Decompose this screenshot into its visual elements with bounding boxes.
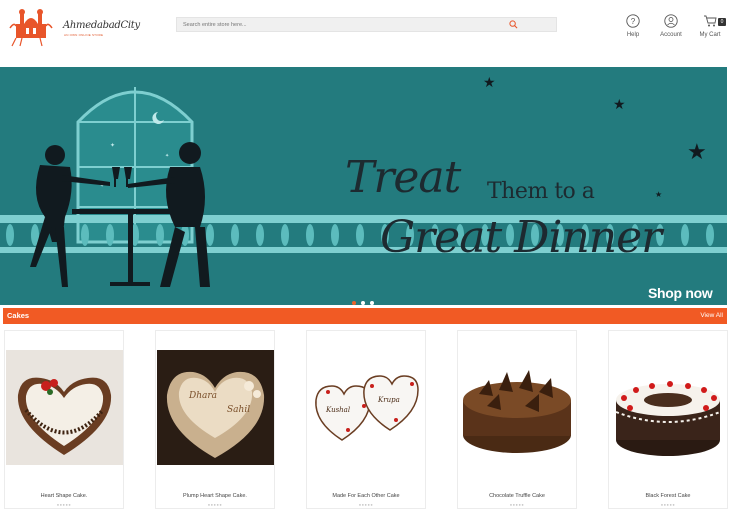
account-link[interactable]: Account — [651, 14, 691, 44]
search-icon[interactable] — [509, 20, 518, 29]
shop-now-button[interactable]: Shop now — [648, 285, 713, 301]
carousel-dots — [352, 292, 379, 305]
product-name[interactable]: Made For Each Other Cake — [307, 493, 425, 499]
product-rating: ●●●●● — [207, 502, 223, 507]
svg-text:Kushal: Kushal — [325, 406, 350, 414]
banner-headline-1: Treat — [345, 152, 461, 203]
carousel-dot[interactable] — [370, 301, 374, 305]
product-name[interactable]: Chocolate Truffle Cake — [458, 493, 576, 499]
logo-text: AhmedabadCity — [63, 20, 140, 31]
product-name[interactable]: Plump Heart Shape Cake. — [156, 493, 274, 499]
banner-headline-3: Great Dinner — [380, 212, 662, 263]
product-image[interactable] — [610, 350, 727, 465]
help-label: Help — [626, 32, 640, 38]
site-logo[interactable]: AhmedabadCity AN OWN ONLINE STORE — [8, 4, 140, 48]
cart-label: My Cart — [699, 32, 721, 38]
cakes-section-header: Cakes View All — [3, 308, 727, 324]
product-card[interactable]: Kushal Krupa Made For Each Other Cake ●●… — [306, 330, 426, 509]
account-label: Account — [660, 32, 682, 38]
product-image[interactable]: Dhara Sahil — [157, 350, 274, 465]
view-all-link[interactable]: View All — [700, 312, 723, 319]
svg-text:✦: ✦ — [165, 153, 169, 159]
section-title: Cakes — [7, 311, 30, 320]
svg-text:Dhara: Dhara — [188, 391, 217, 401]
product-rating: ●●●●● — [56, 502, 72, 507]
carousel-dot[interactable] — [352, 301, 356, 305]
banner-headline-2: Them to a — [487, 179, 595, 204]
svg-text:★: ★ — [655, 190, 662, 199]
product-image[interactable] — [459, 350, 576, 465]
cart-count-badge: 0 — [718, 18, 726, 26]
help-icon: ? — [626, 14, 640, 28]
logo-emblem-icon — [9, 9, 53, 47]
account-icon — [664, 14, 678, 28]
svg-text:Sahil: Sahil — [227, 405, 250, 415]
site-header: AhmedabadCity AN OWN ONLINE STORE ? Help… — [0, 0, 733, 60]
help-link[interactable]: ? Help — [613, 14, 653, 44]
svg-text:★: ★ — [687, 139, 707, 164]
hero-banner[interactable]: ✦ ✦ ✦ ★ ★ ★ ★ Treat Them to a Great Dinn… — [0, 67, 727, 305]
cart-link[interactable]: 0 My Cart — [690, 14, 730, 44]
product-card[interactable]: Heart Shape Cake. ●●●●● — [4, 330, 124, 509]
product-rating: ●●●●● — [358, 502, 374, 507]
svg-text:★: ★ — [483, 74, 496, 90]
product-image[interactable] — [6, 350, 123, 465]
product-rating: ●●●●● — [509, 502, 525, 507]
product-card[interactable]: Black Forest Cake ●●●●● — [608, 330, 728, 509]
logo-tagline: AN OWN ONLINE STORE — [64, 33, 104, 37]
svg-text:?: ? — [631, 17, 636, 26]
svg-text:Krupa: Krupa — [377, 396, 400, 404]
product-name[interactable]: Black Forest Cake — [609, 493, 727, 499]
product-name[interactable]: Heart Shape Cake. — [5, 493, 123, 499]
cart-icon — [704, 15, 717, 27]
product-rating: ●●●●● — [660, 502, 676, 507]
svg-text:✦: ✦ — [110, 142, 115, 149]
product-card[interactable]: Chocolate Truffle Cake ●●●●● — [457, 330, 577, 509]
search-bar — [176, 17, 557, 32]
product-card[interactable]: Dhara Sahil Plump Heart Shape Cake. ●●●●… — [155, 330, 275, 509]
search-input[interactable] — [177, 18, 517, 31]
svg-text:★: ★ — [613, 96, 626, 112]
carousel-dot[interactable] — [361, 301, 365, 305]
product-image[interactable]: Kushal Krupa — [308, 350, 425, 465]
